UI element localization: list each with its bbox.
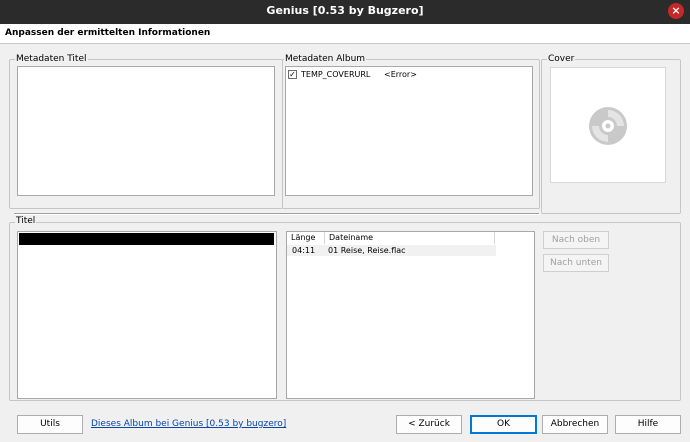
row-length: 04:11: [292, 246, 316, 255]
separator: [14, 213, 539, 215]
move-up-button[interactable]: Nach oben: [543, 231, 609, 249]
column-header-filler: [495, 232, 532, 244]
metadata-album-list[interactable]: ✓ TEMP_COVERURL <Error>: [285, 66, 533, 196]
title-list[interactable]: [17, 231, 277, 399]
file-table[interactable]: Länge Dateiname 04:11 01 Reise, Reise.fl…: [286, 231, 535, 399]
window-title: Genius [0.53 by Bugzero]: [266, 4, 424, 17]
cover-label: Cover: [547, 54, 576, 64]
dialog-header: Anpassen der ermittelten Informationen: [0, 24, 690, 44]
title-bar: Genius [0.53 by Bugzero] ×: [0, 0, 690, 24]
list-item[interactable]: ✓ TEMP_COVERURL <Error>: [288, 69, 528, 81]
metadata-title-list[interactable]: [17, 66, 275, 196]
cover-image: [550, 67, 666, 183]
table-row[interactable]: 04:11 01 Reise, Reise.flac: [287, 245, 496, 256]
header-text: Anpassen der ermittelten Informationen: [5, 28, 211, 38]
help-button[interactable]: Hilfe: [615, 415, 681, 434]
selected-title-row[interactable]: [19, 233, 274, 245]
utils-button[interactable]: Utils: [17, 415, 83, 434]
cancel-button[interactable]: Abbrechen: [542, 415, 608, 434]
genius-album-link[interactable]: Dieses Album bei Genius [0.53 by bugzero…: [91, 419, 286, 429]
metadata-value: <Error>: [384, 70, 417, 79]
item-checkbox[interactable]: ✓: [288, 70, 297, 79]
check-icon: ✓: [289, 70, 296, 79]
close-button[interactable]: ×: [668, 3, 684, 19]
column-header-filename[interactable]: Dateiname: [325, 232, 495, 244]
metadata-album-label: Metadaten Album: [284, 54, 367, 64]
metadata-key: TEMP_COVERURL: [301, 70, 371, 79]
move-down-button[interactable]: Nach unten: [543, 254, 609, 272]
close-icon: ×: [671, 4, 681, 17]
row-filename: 01 Reise, Reise.flac: [328, 246, 406, 255]
back-button[interactable]: < Zurück: [396, 415, 462, 434]
titles-label: Titel: [15, 216, 37, 226]
disc-icon: [589, 107, 627, 145]
metadata-title-label: Metadaten Titel: [15, 54, 88, 64]
column-header-length[interactable]: Länge: [287, 232, 325, 244]
ok-button[interactable]: OK: [470, 415, 537, 434]
